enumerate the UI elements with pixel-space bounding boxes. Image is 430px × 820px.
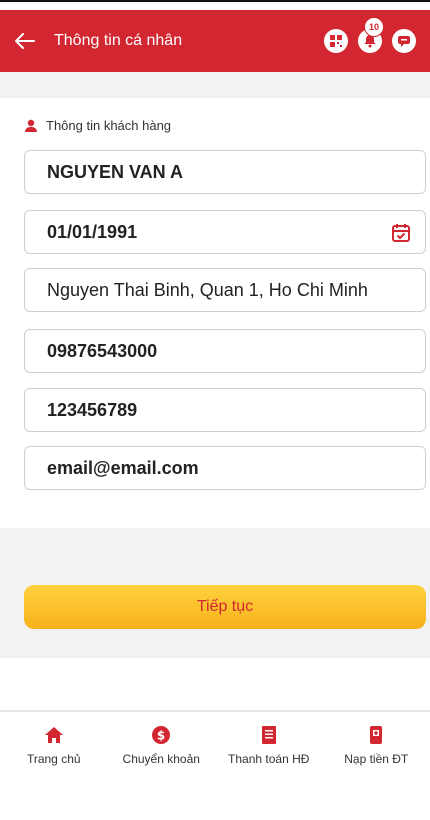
phone-topup-icon [370,726,383,744]
notification-button[interactable]: 10 [358,17,384,53]
bottom-tab-bar: Trang chủ $ Chuyển khoản Thanh toán HĐ N… [0,712,430,782]
section-title: Thông tin khách hàng [24,118,171,133]
phone-field[interactable]: 09876543000 [24,329,426,373]
chat-button[interactable] [392,29,416,53]
tab-phone-topup-label: Nạp tiền ĐT [344,752,409,766]
home-icon [44,727,63,743]
qr-button[interactable] [324,29,348,53]
tab-bill-payment[interactable]: Thanh toán HĐ [215,712,323,782]
back-button[interactable] [0,10,50,72]
dob-value: 01/01/1991 [47,221,138,242]
header-spacer [0,72,430,98]
tab-home[interactable]: Trang chủ [0,712,108,782]
calendar-icon[interactable] [391,223,411,243]
name-field[interactable]: NGUYEN VAN A [24,150,426,194]
qr-icon [330,35,342,47]
tab-bill-payment-label: Thanh toán HĐ [228,752,310,766]
tab-home-label: Trang chủ [26,752,81,766]
header-actions: 10 [324,17,416,53]
address-field[interactable]: Nguyen Thai Binh, Quan 1, Ho Chi Minh [24,268,426,312]
tab-phone-topup[interactable]: Nạp tiền ĐT [323,712,430,782]
money-transfer-icon: $ [152,726,171,744]
id-number-field[interactable]: 123456789 [24,388,426,432]
page-title: Thông tin cá nhân [54,32,183,49]
email-field[interactable]: email@email.com [24,446,426,490]
tab-transfer[interactable]: $ Chuyển khoản [108,712,216,782]
app-header: Thông tin cá nhân 10 [0,10,430,72]
notification-badge: 10 [364,17,384,37]
status-bar-strip [0,0,430,10]
dob-field[interactable]: 01/01/1991 [24,210,426,254]
tab-transfer-label: Chuyển khoản [122,752,200,766]
svg-text:$: $ [157,729,165,743]
continue-button[interactable]: Tiếp tục [24,585,426,629]
arrow-left-icon [15,33,35,49]
chat-icon [398,36,410,47]
user-icon [25,119,37,132]
section-title-label: Thông tin khách hàng [46,118,172,133]
bill-icon [261,726,276,744]
